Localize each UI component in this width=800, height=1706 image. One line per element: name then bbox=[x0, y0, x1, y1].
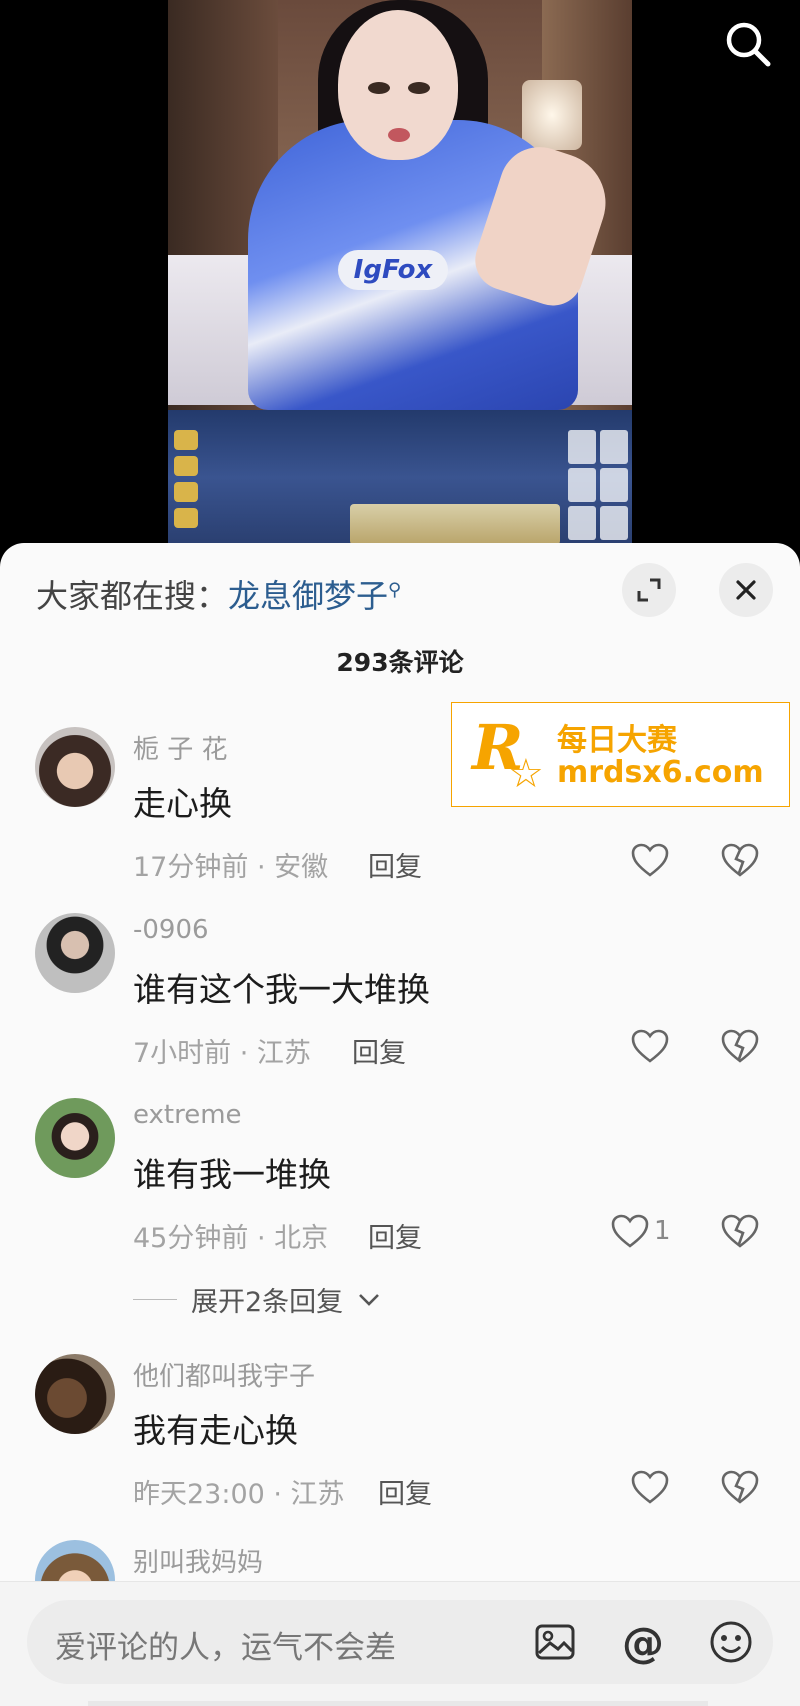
mouth bbox=[388, 128, 410, 142]
at-icon: @ bbox=[622, 1617, 664, 1667]
watermark-url: mrdsx6.com bbox=[557, 755, 764, 790]
game-panel bbox=[350, 504, 560, 545]
shirt-logo: IgFox bbox=[338, 250, 448, 290]
avatar[interactable] bbox=[35, 1098, 115, 1178]
comment-input[interactable]: 爱评论的人，运气不会差 @ bbox=[27, 1600, 773, 1684]
mention-button[interactable]: @ bbox=[617, 1616, 669, 1668]
comment-username[interactable]: 别叫我妈妈 bbox=[133, 1542, 263, 1579]
emoji-button[interactable] bbox=[705, 1616, 757, 1668]
heart-icon bbox=[631, 1029, 669, 1063]
watermark-logo: R ☆ 每日大赛 mrdsx6.com bbox=[451, 702, 790, 807]
star-icon: ☆ bbox=[508, 751, 544, 797]
comment-username[interactable]: 他们都叫我宇子 bbox=[133, 1356, 315, 1393]
dislike-button[interactable] bbox=[718, 838, 762, 882]
comment-input-bar: 爱评论的人，运气不会差 @ bbox=[0, 1581, 800, 1706]
expand-button[interactable] bbox=[622, 563, 676, 617]
eye-right bbox=[408, 82, 430, 94]
reply-button[interactable]: 回复 bbox=[378, 1472, 432, 1511]
dislike-button[interactable] bbox=[718, 1465, 762, 1509]
video-frame: IgFox bbox=[168, 0, 632, 545]
comment-meta: 昨天23:00 · 江苏 bbox=[133, 1479, 345, 1510]
search-button[interactable] bbox=[718, 14, 778, 74]
like-button[interactable] bbox=[630, 1465, 674, 1509]
heart-icon bbox=[631, 1470, 669, 1504]
game-side-menu bbox=[568, 430, 628, 540]
search-icon bbox=[726, 22, 771, 67]
comment-input-placeholder: 爱评论的人，运气不会差 bbox=[55, 1630, 396, 1666]
person-face bbox=[338, 10, 458, 160]
trending-search-prefix: 大家都在搜： bbox=[36, 577, 229, 615]
comment-text: 我有走心换 bbox=[133, 1411, 298, 1450]
expand-icon bbox=[637, 578, 661, 602]
comment-text: 走心换 bbox=[133, 784, 232, 823]
broken-heart-icon bbox=[721, 1029, 759, 1063]
reply-button[interactable]: 回复 bbox=[352, 1031, 406, 1070]
comment-username[interactable]: extreme bbox=[133, 1100, 242, 1130]
like-button[interactable] bbox=[630, 838, 674, 882]
video-player[interactable]: IgFox bbox=[0, 0, 800, 545]
comment-username[interactable]: -0906 bbox=[133, 915, 209, 945]
comment-meta: 7小时前 · 江苏 bbox=[133, 1038, 311, 1069]
game-screen-overlay bbox=[168, 410, 632, 545]
avatar[interactable] bbox=[35, 727, 115, 807]
broken-heart-icon bbox=[721, 1470, 759, 1504]
eye-left bbox=[368, 82, 390, 94]
comment-text: 谁有这个我一大堆换 bbox=[133, 970, 430, 1009]
trending-search-hint[interactable]: 大家都在搜：龙息御梦子⚲ bbox=[36, 571, 401, 617]
heart-icon bbox=[631, 843, 669, 877]
avatar[interactable] bbox=[35, 1354, 115, 1434]
watermark-name: 每日大赛 bbox=[557, 723, 677, 758]
comment-count: 293条评论 bbox=[336, 648, 464, 677]
heart-icon bbox=[611, 1214, 649, 1248]
like-count: 1 bbox=[654, 1216, 671, 1246]
comment-meta: 17分钟前 · 安徽 bbox=[133, 852, 329, 883]
like-button[interactable] bbox=[630, 1024, 674, 1068]
emoji-icon bbox=[710, 1621, 752, 1663]
like-button[interactable]: 1 bbox=[610, 1209, 671, 1253]
comment-text: 谁有我一堆换 bbox=[133, 1155, 331, 1194]
trending-search-keyword[interactable]: 龙息御梦子 bbox=[228, 577, 388, 615]
avatar[interactable] bbox=[35, 913, 115, 993]
reply-button[interactable]: 回复 bbox=[368, 845, 422, 884]
comment-username[interactable]: 栀 子 花 bbox=[133, 729, 228, 766]
divider-line bbox=[133, 1299, 177, 1300]
broken-heart-icon bbox=[721, 1214, 759, 1248]
game-left-icons bbox=[174, 430, 202, 540]
close-button[interactable] bbox=[719, 563, 773, 617]
bottom-strip bbox=[88, 1701, 708, 1706]
expand-replies-button[interactable]: 展开2条回复 bbox=[133, 1280, 381, 1319]
lamp-shape bbox=[522, 80, 582, 150]
image-button[interactable] bbox=[529, 1616, 581, 1668]
dislike-button[interactable] bbox=[718, 1024, 762, 1068]
image-icon bbox=[535, 1624, 575, 1660]
dislike-button[interactable] bbox=[718, 1209, 762, 1253]
broken-heart-icon bbox=[721, 843, 759, 877]
close-icon bbox=[736, 580, 756, 600]
reply-button[interactable]: 回复 bbox=[368, 1216, 422, 1255]
chevron-down-icon bbox=[359, 1293, 380, 1306]
expand-replies-label: 展开2条回复 bbox=[191, 1287, 344, 1318]
keyword-search-icon: ⚲ bbox=[388, 579, 402, 601]
comment-meta: 45分钟前 · 北京 bbox=[133, 1223, 329, 1254]
